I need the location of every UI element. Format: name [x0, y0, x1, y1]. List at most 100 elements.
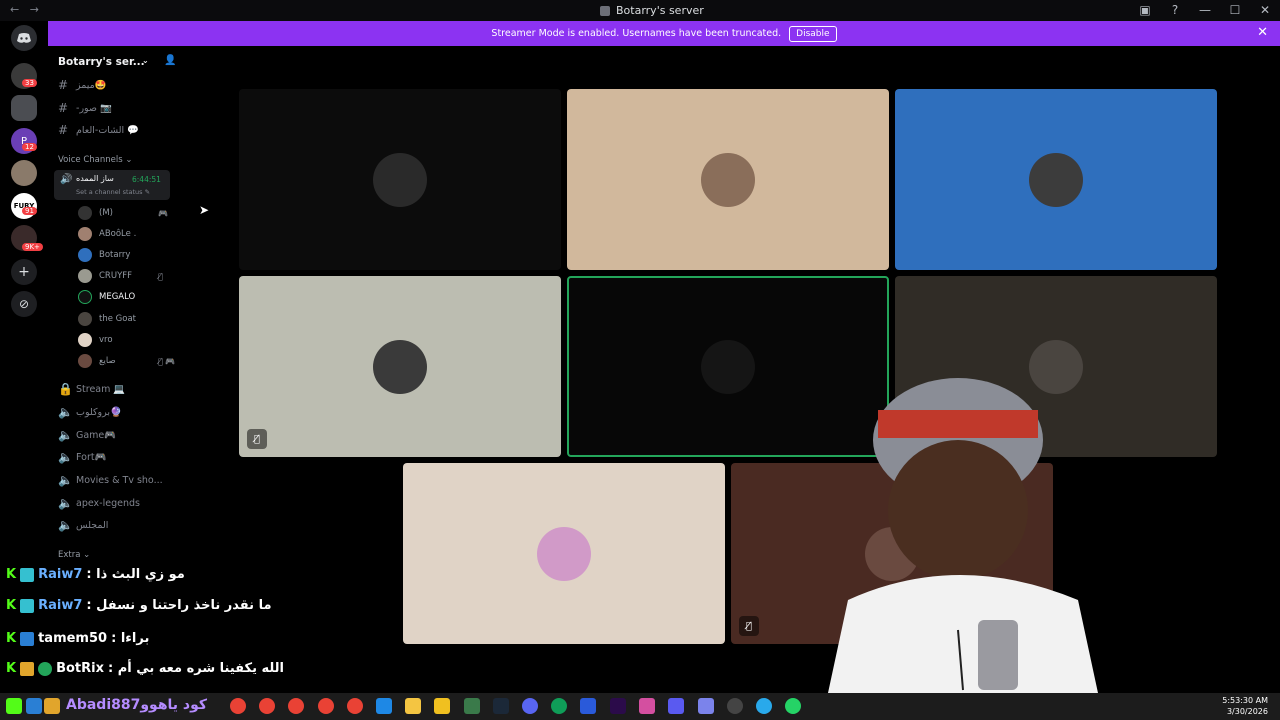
minimize-button[interactable]: —	[1198, 3, 1212, 17]
voice-member[interactable]: (M) 🎮	[78, 206, 168, 220]
avatar	[78, 248, 92, 262]
chrome-icon[interactable]	[347, 698, 363, 714]
teams-icon[interactable]	[698, 698, 714, 714]
voice-channel-majlis[interactable]: 🔈 المجلس	[58, 518, 108, 532]
server-icon-fury[interactable]: FURY	[11, 193, 37, 219]
streamer-mode-banner: Streamer Mode is enabled. Usernames have…	[48, 21, 1280, 46]
voice-member[interactable]: صايع 🎙̸ 🎮	[78, 354, 175, 368]
app-icon[interactable]	[376, 698, 392, 714]
server-badge-3: 12	[22, 143, 37, 151]
avatar	[78, 206, 92, 220]
badge-icon	[20, 661, 35, 676]
voice-channel-apex[interactable]: 🔈 apex-legends	[58, 496, 140, 510]
close-banner-icon[interactable]: ✕	[1257, 25, 1268, 40]
nav-arrows[interactable]: ← →	[10, 3, 39, 16]
discord-home-icon[interactable]	[11, 25, 37, 51]
video-tile[interactable]	[239, 89, 561, 270]
video-tile[interactable]	[895, 89, 1217, 270]
explore-icon[interactable]: ⊘	[11, 291, 37, 317]
speaker-icon: 🔈	[58, 473, 73, 487]
system-clock[interactable]: 5:53:30 AM 3/30/2026	[1222, 695, 1268, 717]
avatar	[373, 340, 427, 394]
video-tile[interactable]: 🎙̸	[239, 276, 561, 457]
avatar	[1029, 153, 1083, 207]
stream-chat-overlay: K Raiw7: مو زي البث ذا K Raiw7: ما نقدر …	[0, 563, 300, 693]
server-icon-2[interactable]	[11, 95, 37, 121]
video-grid: 🎙̸ 🎙̸	[176, 46, 1280, 693]
channel-general[interactable]: # الشات-العام 💬	[58, 123, 139, 137]
kick-icon: K	[6, 631, 17, 646]
chrome-icon[interactable]	[230, 698, 246, 714]
chevron-down-icon[interactable]: ⌄	[142, 56, 149, 65]
mic-muted-icon: 🎙̸	[247, 429, 267, 449]
voice-member[interactable]: Botarry	[78, 248, 130, 262]
channel-memes[interactable]: # ميمز🤩	[58, 78, 107, 92]
window-titlebar: ← → Botarry's server ▣ ? — ☐ ✕	[0, 0, 1280, 21]
voice-member[interactable]: CRUYFF 🎙̸	[78, 269, 163, 283]
maximize-button[interactable]: ☐	[1228, 3, 1242, 17]
folder-icon[interactable]	[405, 698, 421, 714]
category-voice-channels[interactable]: Voice Channels ⌄	[58, 155, 132, 165]
chrome-icon[interactable]	[288, 698, 304, 714]
kick-icon[interactable]	[6, 698, 22, 714]
window-controls: ▣ ? — ☐ ✕	[1138, 3, 1272, 17]
close-window-button[interactable]: ✕	[1258, 3, 1272, 17]
voice-channel-movies[interactable]: 🔈 Movies & Tv sho...	[58, 473, 163, 487]
speaker-icon: 🔈	[58, 450, 73, 464]
discord-icon[interactable]	[522, 698, 538, 714]
category-extra[interactable]: Extra ⌄	[58, 550, 90, 560]
window-title: Botarry's server	[600, 4, 704, 17]
app-icon[interactable]	[434, 698, 450, 714]
chrome-icon[interactable]	[318, 698, 334, 714]
banner-text: Streamer Mode is enabled. Usernames have…	[491, 28, 782, 39]
voice-timer: 6:44:51	[132, 175, 161, 184]
voice-channel-stream[interactable]: 🔒 Stream 💻	[58, 382, 125, 396]
hash-icon: #	[58, 78, 69, 92]
disable-streamer-button[interactable]: Disable	[789, 25, 837, 42]
avatar	[78, 312, 92, 326]
add-server-icon[interactable]: +	[11, 259, 37, 285]
app-icon[interactable]	[26, 698, 42, 714]
app-icon[interactable]	[580, 698, 596, 714]
voice-member[interactable]: ABoôLe .	[78, 227, 136, 241]
channel-sidebar: Botarry's ser... ⌄ 👤 # ميمز🤩 # -صور 📷 # الش…	[48, 46, 176, 566]
voice-channel-fort[interactable]: 🔈 Fort🎮	[58, 450, 106, 464]
help-icon[interactable]: ?	[1168, 3, 1182, 17]
server-badge-5: 9K+	[22, 243, 43, 251]
active-voice-channel[interactable]: 🔊 ساز الممده 6:44:51 Set a channel statu…	[54, 170, 170, 200]
whatsapp-icon[interactable]	[785, 698, 801, 714]
app-icon[interactable]	[727, 698, 743, 714]
video-tile[interactable]	[403, 463, 725, 644]
server-badge-fury: 91	[22, 207, 37, 215]
server-name: Botarry's ser...	[58, 56, 145, 68]
voice-member[interactable]: the Goat	[78, 312, 136, 326]
kick-icon: K	[6, 661, 17, 676]
channel-photos[interactable]: # -صور 📷	[58, 101, 112, 115]
inbox-icon[interactable]: ▣	[1138, 3, 1152, 17]
steam-icon[interactable]	[493, 698, 509, 714]
add-user-icon[interactable]: 👤	[164, 55, 176, 66]
voice-member-speaking[interactable]: MEGALO	[78, 290, 135, 304]
server-icon-4[interactable]	[11, 160, 37, 186]
voice-channel-game[interactable]: 🔈 Game🎮	[58, 428, 116, 442]
telegram-icon[interactable]	[756, 698, 772, 714]
server-header[interactable]: Botarry's ser... ⌄ 👤	[58, 55, 176, 68]
app-icon[interactable]	[639, 698, 655, 714]
badge-icon	[20, 567, 35, 582]
crown-icon[interactable]	[44, 698, 60, 714]
voice-member[interactable]: vro	[78, 333, 113, 347]
member-flags: 🎙̸	[158, 271, 163, 281]
premiere-icon[interactable]	[610, 698, 626, 714]
streamer-webcam	[808, 370, 1098, 693]
voice-channel[interactable]: 🔈 بروكلوب🔮	[58, 405, 122, 419]
badge-icon	[20, 631, 35, 646]
avatar	[701, 340, 755, 394]
app-icon[interactable]	[464, 698, 480, 714]
app-icon[interactable]	[668, 698, 684, 714]
channel-status[interactable]: Set a channel status ✎	[76, 188, 150, 196]
edge-icon[interactable]	[551, 698, 567, 714]
video-tile[interactable]	[567, 89, 889, 270]
chrome-icon[interactable]	[259, 698, 275, 714]
member-flags: 🎙̸ 🎮	[158, 356, 176, 366]
avatar	[78, 354, 92, 368]
